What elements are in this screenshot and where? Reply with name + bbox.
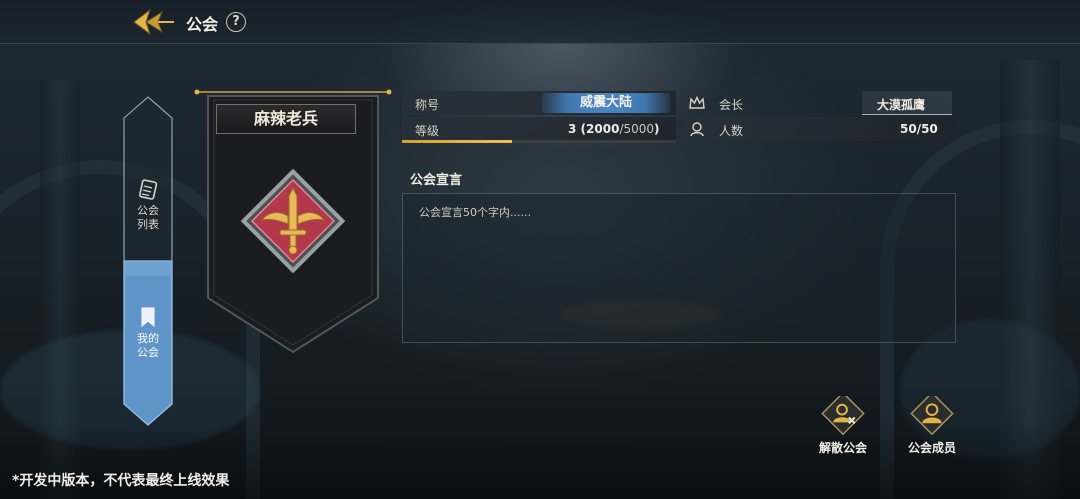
guild-exp-bar xyxy=(402,140,676,143)
guild-level-value: 3 (2000/5000) xyxy=(568,122,660,136)
guild-leader-value: 大漠孤鹰 xyxy=(877,98,926,112)
guild-members-label: 人数 xyxy=(719,124,744,138)
declaration-title: 公会宣言 xyxy=(410,173,463,188)
guild-leader-label: 会长 xyxy=(719,98,744,112)
declaration-input[interactable]: 公会宣言50个字内...... xyxy=(402,193,956,343)
disband-guild-icon xyxy=(821,396,865,435)
dev-version-notice: *开发中版本，不代表最终上线效果 xyxy=(12,473,230,489)
person-icon xyxy=(690,122,704,137)
tab-my-guild[interactable]: 我的公会 xyxy=(123,306,173,360)
guild-name: 麻辣老兵 xyxy=(216,104,356,134)
crown-icon xyxy=(689,96,705,109)
disband-guild-label: 解散公会 xyxy=(818,441,867,455)
disband-guild-button[interactable]: 解散公会 xyxy=(812,396,874,456)
guild-members-icon xyxy=(910,396,954,435)
page-title: 公会 xyxy=(186,15,219,34)
guild-members-value: 50/50 xyxy=(900,122,938,136)
top-bar: 公会 ? xyxy=(0,0,1080,44)
guild-leader-row: 会长 大漠孤鹰 xyxy=(682,91,954,115)
guild-members-label: 公会成员 xyxy=(907,441,956,455)
back-arrow-icon xyxy=(133,8,174,36)
guild-title-badge: 威震大陆 xyxy=(542,93,670,113)
declaration-placeholder: 公会宣言50个字内...... xyxy=(419,206,531,219)
guild-members-row: 人数 50/50 xyxy=(682,117,954,141)
winged-sword-icon xyxy=(240,168,346,274)
guild-banner: 麻辣老兵 xyxy=(194,88,392,356)
guild-level-row: 等级 3 (2000/5000) xyxy=(402,117,676,141)
scroll-icon xyxy=(139,179,158,200)
guild-level-label: 等级 xyxy=(415,124,440,138)
side-tab-bar: 公会列表 我的公会 xyxy=(123,96,173,426)
guild-members-button[interactable]: 公会成员 xyxy=(901,396,963,456)
side-tab-frame xyxy=(123,96,173,426)
tab-my-guild-label: 我的公会 xyxy=(137,332,159,359)
guild-exp-fill xyxy=(402,140,512,143)
guild-title-label: 称号 xyxy=(415,98,440,112)
tab-guild-list[interactable]: 公会列表 xyxy=(123,178,173,232)
tab-guild-list-label: 公会列表 xyxy=(137,204,159,231)
back-button[interactable] xyxy=(132,6,176,38)
bookmark-icon xyxy=(141,307,155,328)
help-button[interactable]: ? xyxy=(226,12,246,32)
